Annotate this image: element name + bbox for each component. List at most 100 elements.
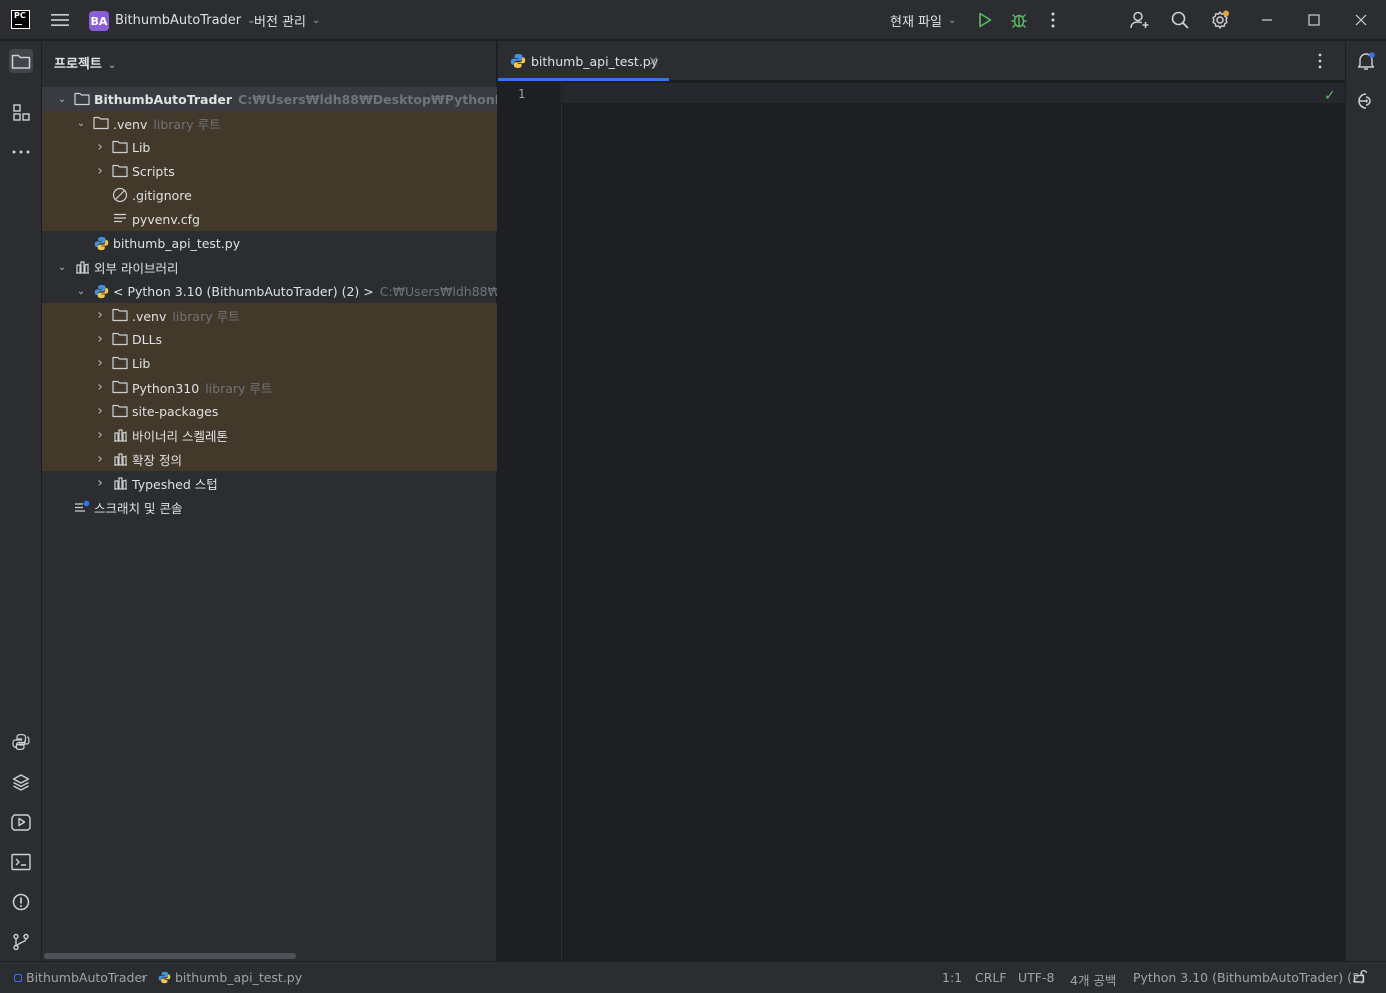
tree-row[interactable]: ⌄ .venv library 루트 [42,111,497,135]
debug-icon[interactable] [1009,10,1029,30]
tree-row-text: 스크래치 및 콘솔 [94,500,183,516]
file-encoding[interactable]: UTF-8 [1018,970,1054,985]
search-icon[interactable] [1170,10,1190,30]
tree-row[interactable]: ⌄ < Python 3.10 (BithumbAutoTrader) (2) >… [42,279,497,303]
breadcrumb-project-label: BithumbAutoTrader [26,970,148,985]
tree-row-label: 스크래치 및 콘솔 [94,498,182,517]
services-icon[interactable] [9,810,33,834]
tree-row[interactable]: ⌄ BithumbAutoTrader C:₩Users₩ldh88₩Desktop… [42,87,497,111]
main-menu-icon[interactable] [50,10,70,30]
project-panel-header[interactable]: 프로젝트 ⌄ [54,53,116,72]
add-user-icon[interactable] [1130,10,1150,30]
chevron-right-icon[interactable]: › [94,331,106,347]
ai-assistant-icon[interactable] [1354,89,1378,113]
close-tab-icon[interactable]: × [648,54,659,69]
tree-row[interactable]: 스크래치 및 콘솔 [42,495,497,519]
maximize-icon[interactable] [1304,10,1324,30]
tree-row[interactable]: › 바이너리 스켈레톤 [42,423,497,447]
indent-setting[interactable]: 4개 공백 [1070,970,1116,989]
tree-row[interactable]: › Typeshed 스텁 [42,471,497,495]
tree-row-text: site-packages [132,403,219,419]
tree-row-hint: C:₩Users₩ldh88₩Desktop₩P [379,283,497,299]
no-problems-check-icon[interactable]: ✓ [1324,88,1336,104]
chevron-right-icon[interactable]: › [94,427,106,443]
project-tree: ⌄ BithumbAutoTrader C:₩Users₩ldh88₩Desktop… [42,87,497,519]
chevron-right-icon[interactable]: › [94,139,106,155]
tree-row[interactable]: › Lib [42,351,497,375]
tree-row-label: Lib [132,140,150,155]
python-packages-icon[interactable] [9,770,33,794]
tree-row[interactable]: › Scripts [42,159,497,183]
close-window-icon[interactable] [1351,10,1371,30]
minimize-icon[interactable] [1257,10,1277,30]
run-config-label: 현재 파일 [890,14,942,30]
tree-row[interactable]: ⌄ 외부 라이브러리 [42,255,497,279]
breadcrumb-file-label: bithumb_api_test.py [175,970,303,985]
folder-icon [112,379,128,395]
project-tool-folder-icon[interactable] [9,49,33,73]
tree-row-label: 바이너리 스켈레톤 [132,426,228,445]
breadcrumb-file[interactable]: bithumb_api_test.py [158,970,302,987]
editor-tab-label: bithumb_api_test.py [531,53,659,69]
more-tools-icon[interactable] [9,140,33,164]
editor-area: bithumb_api_test.py × 1 ✓ [498,41,1345,961]
tree-row-hint: library 루트 [153,116,221,132]
notifications-bell-icon[interactable] [1354,49,1378,73]
chevron-right-icon[interactable]: › [94,163,106,179]
code-editor[interactable] [564,83,1324,953]
vcs-menu[interactable]: 버전 관리 ⌄ [254,0,320,40]
tree-row[interactable]: pyvenv.cfg [42,207,497,231]
tab-actions-more-icon[interactable] [1318,53,1322,72]
version-control-icon[interactable] [9,930,33,954]
tree-row[interactable]: › Python310 library 루트 [42,375,497,399]
tree-row[interactable]: › Lib [42,135,497,159]
chevron-right-icon[interactable]: › [94,475,106,491]
project-switcher[interactable]: BithumbAutoTrader ⌄ [115,0,256,40]
gitignore-icon [112,187,128,203]
chevron-down-icon[interactable]: ⌄ [56,262,68,273]
text-file-icon [112,211,128,227]
chevron-right-icon[interactable]: › [94,355,106,371]
tree-row-label: .venv library 루트 [113,114,221,133]
chevron-down-icon: ⌄ [947,14,957,26]
run-icon[interactable] [975,10,995,30]
editor-tab-active[interactable]: bithumb_api_test.py × [498,41,669,81]
chevron-right-icon[interactable]: › [94,451,106,467]
chevron-right-icon[interactable]: › [94,307,106,323]
right-tool-strip [1345,41,1386,961]
structure-icon[interactable] [9,100,33,124]
project-badge[interactable]: BA [89,11,109,31]
tree-row[interactable]: › site-packages [42,399,497,423]
tree-row-label: site-packages [132,404,218,419]
tree-row-text: .gitignore [132,187,192,203]
chevron-down-icon[interactable]: ⌄ [75,286,87,297]
tree-row-text: pyvenv.cfg [132,211,200,227]
line-number-gutter [498,81,562,961]
chevron-right-icon[interactable]: › [94,379,106,395]
editor-tab-bar: bithumb_api_test.py × [498,41,1345,81]
tree-row-label: .venv library 루트 [132,306,240,325]
tree-row-text: < Python 3.10 (BithumbAutoTrader) (2) > [113,283,374,299]
horizontal-scrollbar[interactable] [44,953,296,959]
chevron-right-icon[interactable]: › [94,403,106,419]
tree-row[interactable]: › DLLs [42,327,497,351]
problems-icon[interactable] [9,890,33,914]
python-interpreter[interactable]: Python 3.10 (BithumbAutoTrader) (2) [1133,970,1365,985]
caret-position[interactable]: 1:1 [942,970,962,985]
read-only-lock-icon[interactable] [1353,969,1368,986]
run-config-selector[interactable]: 현재 파일 ⌄ [890,0,956,40]
tree-row-text: bithumb_api_test.py [113,235,241,251]
settings-gear-icon[interactable] [1210,10,1230,30]
chevron-down-icon[interactable]: ⌄ [75,118,87,129]
tree-row-label: bithumb_api_test.py [113,236,240,251]
tree-row[interactable]: › .venv library 루트 [42,303,497,327]
chevron-down-icon[interactable]: ⌄ [56,94,68,105]
line-ending[interactable]: CRLF [975,970,1007,985]
tree-row[interactable]: › 확장 정의 [42,447,497,471]
more-actions-icon[interactable] [1043,10,1063,30]
terminal-icon[interactable] [9,850,33,874]
breadcrumb-project[interactable]: BithumbAutoTrader [14,970,147,985]
tree-row[interactable]: .gitignore [42,183,497,207]
python-console-icon[interactable] [9,730,33,754]
tree-row[interactable]: bithumb_api_test.py [42,231,497,255]
